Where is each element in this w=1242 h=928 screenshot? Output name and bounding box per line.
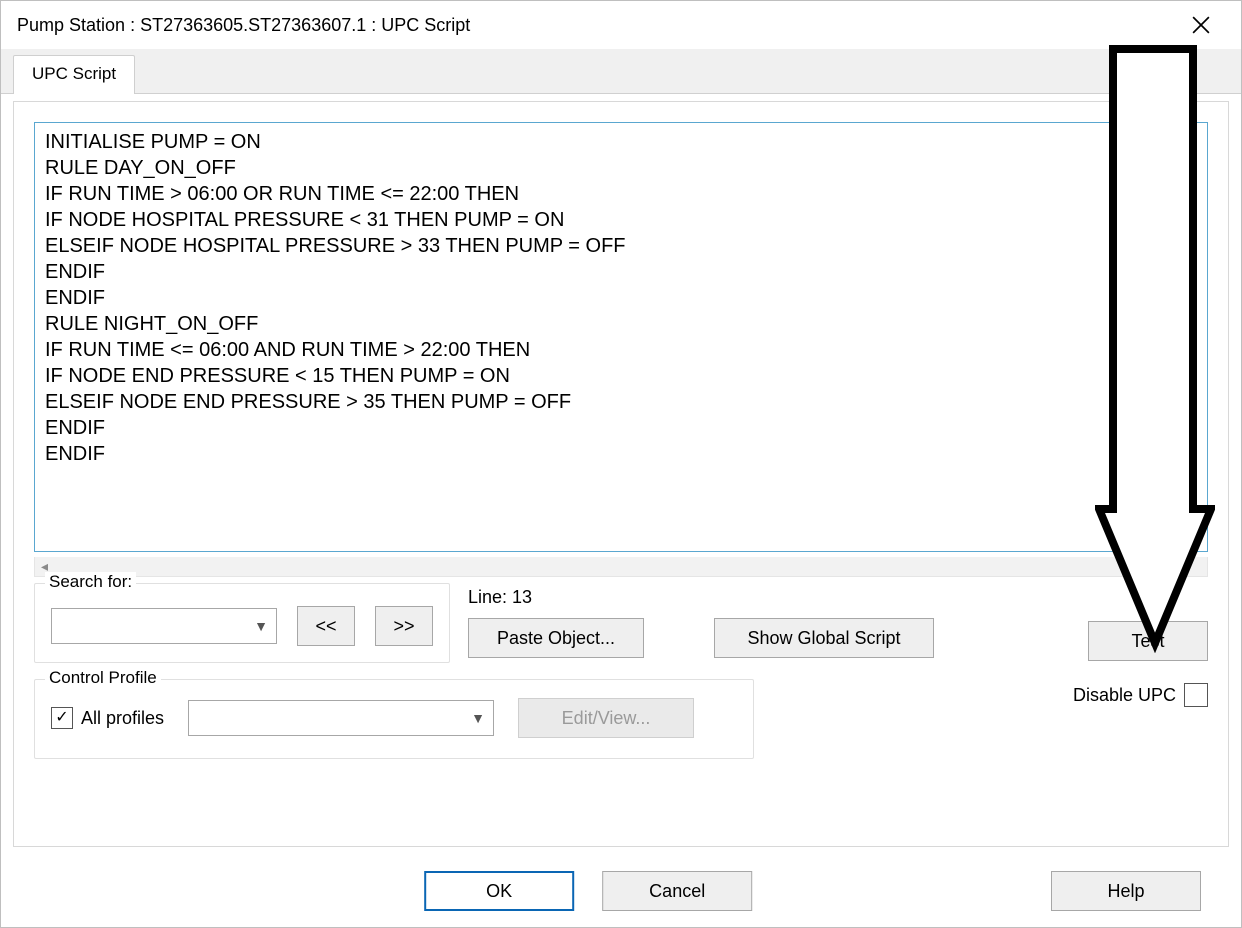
- dialog-window: Pump Station : ST27363605.ST27363607.1 :…: [0, 0, 1242, 928]
- search-next-label: >>: [393, 616, 414, 637]
- all-profiles-label: All profiles: [81, 708, 164, 729]
- disable-upc-label: Disable UPC: [1073, 685, 1176, 706]
- tab-upc-script[interactable]: UPC Script: [13, 55, 135, 94]
- ok-button[interactable]: OK: [424, 871, 574, 911]
- edit-view-label: Edit/View...: [562, 708, 651, 729]
- all-profiles-checkbox-wrapper[interactable]: ✓ All profiles: [51, 707, 164, 729]
- control-profile-legend: Control Profile: [45, 668, 161, 688]
- disable-upc-checkbox[interactable]: [1184, 683, 1208, 707]
- tabstrip: UPC Script: [1, 49, 1241, 94]
- disable-upc-row: Disable UPC: [1073, 679, 1208, 707]
- close-icon: [1192, 16, 1210, 34]
- paste-object-label: Paste Object...: [497, 628, 615, 649]
- profile-combobox[interactable]: ▼: [188, 700, 494, 736]
- titlebar: Pump Station : ST27363605.ST27363607.1 :…: [1, 1, 1241, 49]
- show-global-script-label: Show Global Script: [747, 628, 900, 649]
- help-label: Help: [1107, 881, 1144, 902]
- control-profile-group: Control Profile ✓ All profiles ▼ Edit/Vi…: [34, 679, 754, 759]
- edit-view-button: Edit/View...: [518, 698, 694, 738]
- right-col: Test: [1088, 583, 1208, 661]
- test-button-label: Test: [1131, 631, 1164, 652]
- window-title: Pump Station : ST27363605.ST27363607.1 :…: [17, 15, 470, 36]
- dialog-footer: OK Cancel Help: [1, 855, 1241, 927]
- tab-label: UPC Script: [32, 64, 116, 83]
- help-button[interactable]: Help: [1051, 871, 1201, 911]
- all-profiles-checkbox[interactable]: ✓: [51, 707, 73, 729]
- cancel-label: Cancel: [649, 881, 705, 902]
- search-combobox[interactable]: ▼: [51, 608, 277, 644]
- ok-label: OK: [486, 881, 512, 902]
- search-legend: Search for:: [45, 572, 136, 592]
- search-prev-button[interactable]: <<: [297, 606, 355, 646]
- show-global-script-button[interactable]: Show Global Script: [714, 618, 934, 658]
- close-button[interactable]: [1177, 1, 1225, 49]
- search-prev-label: <<: [315, 616, 336, 637]
- horizontal-scrollbar[interactable]: ◂: [34, 557, 1208, 577]
- tab-body: ◂ Search for: ▼ << >>: [13, 101, 1229, 847]
- test-button[interactable]: Test: [1088, 621, 1208, 661]
- chevron-down-icon: ▼: [471, 710, 485, 726]
- search-group: Search for: ▼ << >>: [34, 583, 450, 663]
- paste-object-button[interactable]: Paste Object...: [468, 618, 644, 658]
- mid-row: Search for: ▼ << >> Line: 13: [34, 583, 1208, 663]
- chevron-down-icon: ▼: [254, 618, 268, 634]
- script-editor[interactable]: [34, 122, 1208, 552]
- search-next-button[interactable]: >>: [375, 606, 433, 646]
- line-and-buttons-col: Line: 13 Paste Object... Show Global Scr…: [468, 583, 934, 658]
- line-number-label: Line: 13: [468, 587, 934, 608]
- cancel-button[interactable]: Cancel: [602, 871, 752, 911]
- profile-row: Control Profile ✓ All profiles ▼ Edit/Vi…: [34, 679, 1208, 759]
